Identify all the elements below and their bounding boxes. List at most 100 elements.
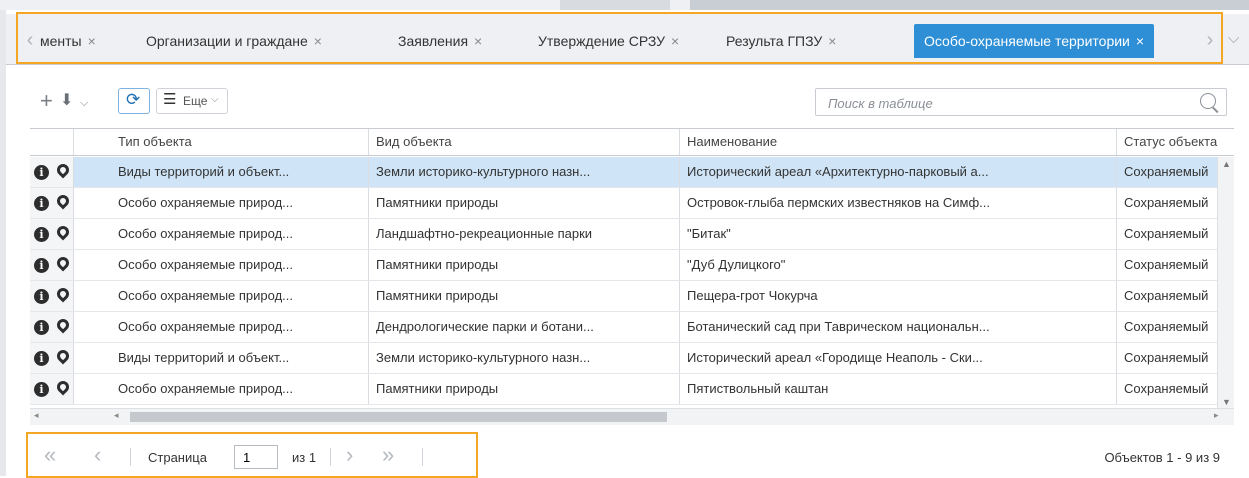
menu-icon: ☰ [163, 91, 177, 108]
tab-gpzu-results[interactable]: Результа ГПЗУ × [726, 24, 836, 58]
more-button[interactable]: ☰ Еще ⌵ [156, 88, 228, 114]
tab-applications[interactable]: Заявления × [398, 24, 482, 58]
tab-scroll-left-icon[interactable]: ‹ [22, 30, 38, 52]
header-icon-column [30, 129, 74, 155]
tab-srzu-approval[interactable]: Утверждение СРЗУ × [538, 24, 679, 58]
map-pin-icon[interactable] [54, 378, 72, 396]
refresh-button[interactable]: ⟳ [118, 88, 150, 114]
tab-scroll-right-icon[interactable]: › [1202, 30, 1218, 52]
download-icon[interactable]: ⬇ [60, 88, 73, 114]
scroll-right-icon[interactable]: ▸ [1214, 410, 1219, 421]
row-actions: i [30, 219, 74, 249]
map-pin-icon[interactable] [54, 347, 72, 365]
scroll-up-icon[interactable]: ▲ [1222, 159, 1231, 169]
tab-organizations[interactable]: Организации и граждане × [146, 24, 322, 58]
tab-label: Особо-охраняемые территории [924, 33, 1130, 49]
table-row[interactable]: i Виды территорий и объект... Земли истори… [30, 343, 1234, 374]
row-actions: i [30, 250, 74, 280]
tab-label: Утверждение СРЗУ [538, 33, 666, 49]
next-page-icon[interactable]: › [346, 444, 353, 466]
page-total-label: из 1 [292, 450, 317, 465]
map-pin-icon[interactable] [54, 316, 72, 334]
divider [422, 448, 423, 466]
row-actions: i [30, 374, 74, 404]
scrollbar-thumb[interactable] [130, 412, 667, 422]
close-icon[interactable]: × [1136, 33, 1144, 49]
divider [330, 448, 331, 466]
tab-label: Заявления [398, 33, 469, 49]
table-search[interactable] [815, 88, 1227, 116]
table-row[interactable]: i Особо охраняемые природ... Памятники при… [30, 374, 1234, 405]
table-cell: Памятники природы [369, 188, 680, 218]
column-header[interactable]: Наименование [680, 129, 1117, 155]
tab-protected-areas[interactable]: Особо-охраняемые территории × [914, 24, 1155, 58]
table-cell: Виды территорий и объект... [111, 343, 369, 373]
column-header[interactable]: Вид объекта [369, 129, 680, 155]
tab-label: менты [40, 33, 82, 49]
search-input[interactable] [816, 90, 1190, 116]
map-pin-icon[interactable] [54, 285, 72, 303]
scroll-left-icon[interactable]: ◂ [114, 410, 119, 421]
splitter-bar [690, 0, 1249, 10]
add-icon[interactable]: + [40, 88, 53, 114]
map-pin-icon[interactable] [54, 161, 72, 179]
column-header[interactable]: Статус объекта [1117, 129, 1227, 155]
info-icon[interactable]: i [34, 196, 49, 211]
info-icon[interactable]: i [34, 351, 49, 366]
prev-page-icon[interactable]: ‹ [94, 444, 101, 466]
table-cell: Особо охраняемые природ... [111, 219, 369, 249]
vertical-scrollbar[interactable]: ▲ ▼ [1217, 157, 1234, 409]
row-actions: i [30, 281, 74, 311]
info-icon[interactable]: i [34, 258, 49, 273]
table-cell: Сохраняемый [1124, 195, 1209, 210]
column-header[interactable]: Тип объекта [111, 129, 369, 155]
scroll-down-icon[interactable]: ▼ [1222, 397, 1231, 407]
info-icon[interactable]: i [34, 289, 49, 304]
table-cell: Сохраняемый [1124, 226, 1209, 241]
table-header: Тип объекта Вид объекта Наименование Ста… [30, 129, 1234, 156]
scroll-left-icon[interactable]: ◂ [34, 410, 39, 421]
refresh-icon: ⟳ [126, 90, 141, 109]
data-grid: Тип объекта Вид объекта Наименование Ста… [30, 128, 1234, 409]
horizontal-scrollbar[interactable]: ◂ ◂ ▸ [30, 408, 1234, 425]
last-page-icon[interactable]: » [382, 444, 394, 466]
table-cell: Сохраняемый [1124, 319, 1209, 334]
close-icon[interactable]: × [671, 33, 679, 49]
tab-documents[interactable]: менты × [40, 24, 96, 58]
top-splitter[interactable] [0, 0, 1249, 10]
table-cell: Ботанический сад при Таврическом национа… [680, 312, 1117, 342]
info-icon[interactable]: i [34, 165, 49, 180]
tab-list-chevron-icon[interactable]: ⌵ [1228, 30, 1239, 47]
page-number-input[interactable] [234, 445, 278, 469]
table-cell: Сохраняемый [1124, 288, 1209, 303]
table-row[interactable]: i Особо охраняемые природ... Памятники при… [30, 281, 1234, 312]
table-row[interactable]: i Особо охраняемые природ... Памятники при… [30, 250, 1234, 281]
table-cell: Особо охраняемые природ... [111, 374, 369, 404]
splitter-grip[interactable] [560, 0, 670, 10]
close-icon[interactable]: × [828, 33, 836, 49]
table-cell: Памятники природы [369, 281, 680, 311]
table-row[interactable]: i Виды территорий и объект... Земли истори… [30, 157, 1234, 188]
table-cell: Дендрологические парки и ботани... [369, 312, 680, 342]
info-icon[interactable]: i [34, 320, 49, 335]
info-icon[interactable]: i [34, 227, 49, 242]
search-icon[interactable] [1200, 93, 1216, 109]
first-page-icon[interactable]: « [44, 444, 56, 466]
close-icon[interactable]: × [474, 33, 482, 49]
map-pin-icon[interactable] [54, 223, 72, 241]
table-cell: Исторический ареал «Архитектурно-парковы… [680, 157, 1117, 187]
map-pin-icon[interactable] [54, 254, 72, 272]
close-icon[interactable]: × [314, 33, 322, 49]
chevron-down-icon[interactable]: ⌵ [80, 90, 88, 116]
info-icon[interactable]: i [34, 382, 49, 397]
table-row[interactable]: i Особо охраняемые природ... Памятники при… [30, 188, 1234, 219]
table-cell: Ландшафтно-рекреационные парки [369, 219, 680, 249]
table-cell: Сохраняемый [1124, 350, 1209, 365]
table-row[interactable]: i Особо охраняемые природ... Дендрологичес… [30, 312, 1234, 343]
table-cell: "Дуб Дулицкого" [680, 250, 1117, 280]
table-row[interactable]: i Особо охраняемые природ... Ландшафтно-ре… [30, 219, 1234, 250]
map-pin-icon[interactable] [54, 192, 72, 210]
table-cell: Памятники природы [369, 374, 680, 404]
close-icon[interactable]: × [88, 33, 96, 49]
table-cell: Виды территорий и объект... [111, 157, 369, 187]
